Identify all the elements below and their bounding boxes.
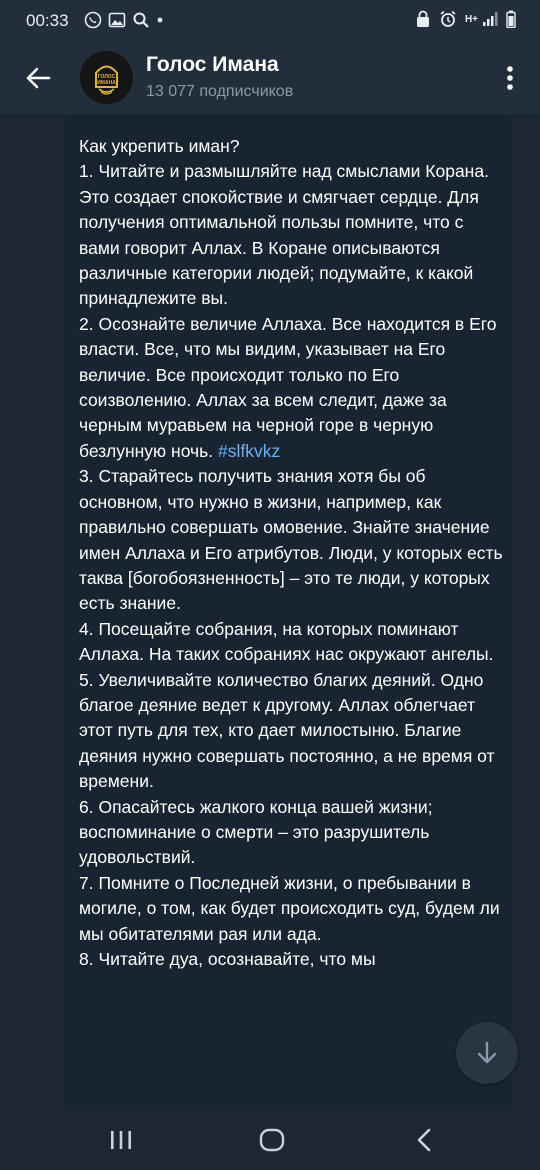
channel-title[interactable]: Голос Имана [146, 53, 279, 77]
channel-post: Как укрепить иман? 1. Читайте и размышля… [65, 114, 511, 1110]
signal-icon [483, 12, 498, 26]
subscriber-count: 13 077 подписчиков [146, 83, 294, 100]
post-text-part-1: Как укрепить иман? 1. Читайте и размышля… [79, 136, 497, 461]
back-nav-button[interactable] [404, 1124, 444, 1156]
whatsapp-icon [84, 11, 102, 29]
golos-imana-logo: ГОЛОС ИМАНА [80, 51, 133, 104]
arrow-down-icon [477, 1041, 497, 1064]
status-bar: 00:33 H+ [0, 0, 540, 42]
svg-text:ИМАНА: ИМАНА [97, 80, 116, 86]
hashtag-link[interactable]: #slfkvkz [218, 441, 280, 461]
back-button[interactable] [20, 60, 56, 96]
more-options-button[interactable] [498, 62, 522, 94]
recent-apps-icon [111, 1131, 131, 1149]
more-vertical-icon [507, 66, 513, 90]
battery-icon [506, 10, 516, 28]
status-left-icons [84, 11, 164, 29]
dot-icon [157, 17, 163, 23]
chat-header: ГОЛОС ИМАНА Голос Имана 13 077 подписчик… [0, 42, 540, 114]
arrow-left-icon [26, 67, 51, 89]
alarm-icon [440, 10, 456, 27]
image-icon [108, 12, 126, 28]
back-nav-icon [417, 1128, 431, 1152]
network-type: H+ [464, 13, 478, 25]
home-button[interactable] [252, 1124, 292, 1156]
post-text-part-2: 3. Старайтесь получить знания хотя бы об… [79, 466, 503, 969]
status-time: 00:33 [26, 11, 69, 30]
search-icon [133, 12, 149, 28]
alarm-lock-icon [416, 10, 429, 27]
scroll-to-bottom-button[interactable] [456, 1022, 518, 1084]
status-right-icons: H+ [415, 10, 516, 28]
recent-apps-button[interactable] [101, 1124, 141, 1156]
channel-avatar[interactable]: ГОЛОС ИМАНА [80, 51, 133, 104]
home-icon [259, 1128, 285, 1152]
system-nav-bar [0, 1110, 540, 1170]
post-text: Как укрепить иман? 1. Читайте и размышля… [79, 134, 504, 972]
